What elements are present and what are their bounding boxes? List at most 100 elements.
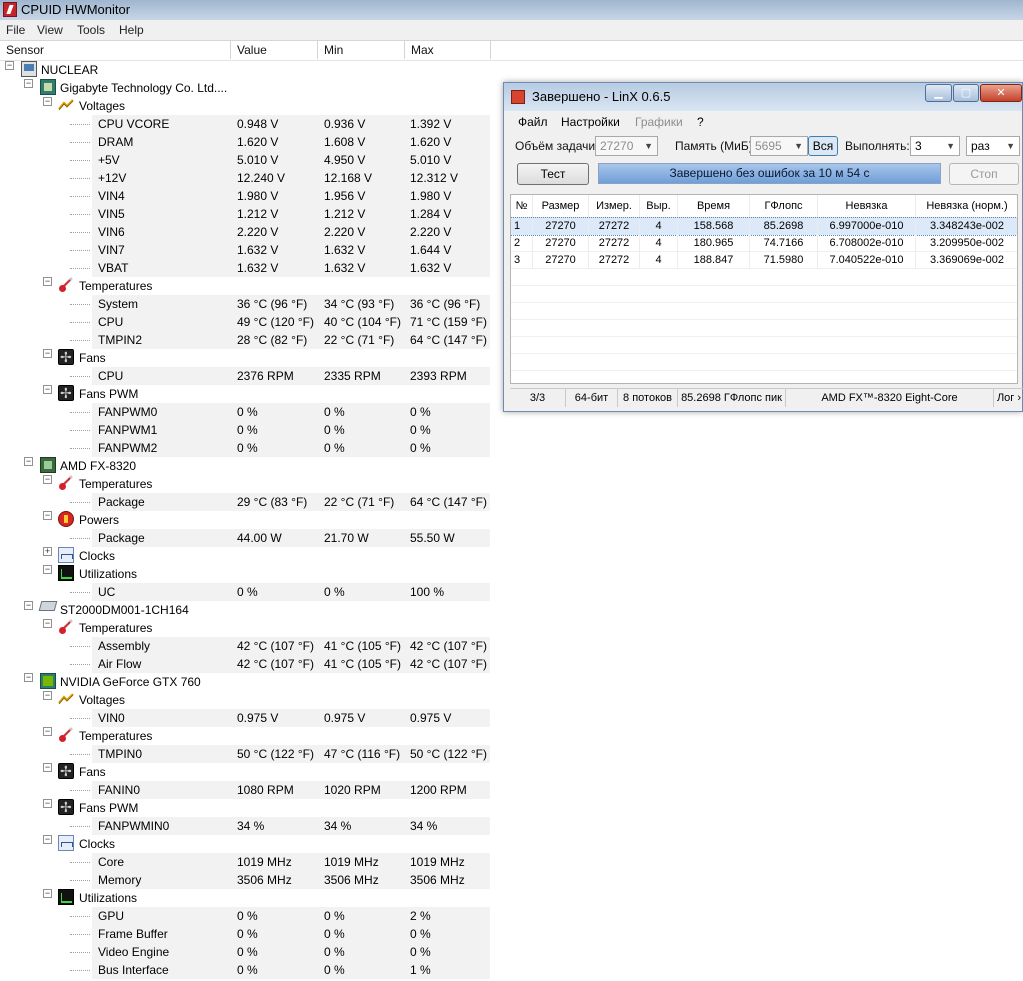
results-column-header[interactable]: Время	[678, 195, 750, 217]
collapse-icon[interactable]: −	[43, 691, 52, 700]
collapse-icon[interactable]: −	[24, 673, 33, 682]
column-sensor[interactable]: Sensor	[0, 41, 231, 59]
linx-menu-graphs[interactable]: Графики	[635, 115, 683, 129]
sensor-row[interactable]: VBAT 1.632 V 1.632 V 1.632 V	[0, 259, 490, 277]
memory-combo[interactable]: 5695 ▼	[750, 136, 808, 156]
sensor-row[interactable]: FANPWM2 0 % 0 % 0 %	[0, 439, 490, 457]
sensor-row[interactable]: DRAM 1.620 V 1.608 V 1.620 V	[0, 133, 490, 151]
results-grid[interactable]: № Размер Измер. Выр. Время ГФлопс Невязка Невяз…	[510, 194, 1018, 384]
collapse-icon[interactable]: −	[24, 601, 33, 610]
tree-node[interactable]: − Fans PWM	[0, 384, 490, 403]
menu-help[interactable]: Help	[119, 23, 144, 37]
sensor-row[interactable]: Memory 3506 MHz 3506 MHz 3506 MHz	[0, 871, 490, 889]
sensor-row[interactable]: VIN0 0.975 V 0.975 V 0.975 V	[0, 709, 490, 727]
sensor-row[interactable]: UC 0 % 0 % 100 %	[0, 583, 490, 601]
results-column-header[interactable]: Измер.	[589, 195, 640, 217]
tree-node[interactable]: − AMD FX-8320	[0, 457, 490, 475]
expand-icon[interactable]: +	[43, 547, 52, 556]
collapse-icon[interactable]: −	[43, 619, 52, 628]
collapse-icon[interactable]: −	[5, 61, 14, 70]
tree-node[interactable]: − Temperatures	[0, 727, 490, 745]
results-column-header[interactable]: Невязка (норм.)	[916, 195, 1017, 217]
linx-title-bar[interactable]: Завершено - LinX 0.6.5 ▁ ▢ ✕	[504, 83, 1022, 111]
tree-node[interactable]: − Utilizations	[0, 889, 490, 907]
collapse-icon[interactable]: −	[43, 511, 52, 520]
sensor-row[interactable]: Package 29 °C (83 °F) 22 °C (71 °F) 64 °C (…	[0, 493, 490, 511]
collapse-icon[interactable]: −	[43, 475, 52, 484]
collapse-icon[interactable]: −	[43, 727, 52, 736]
tree-node[interactable]: − Fans	[0, 348, 490, 367]
test-button[interactable]: Тест	[517, 163, 589, 185]
linx-menu-settings[interactable]: Настройки	[561, 115, 620, 129]
tree-node[interactable]: − Fans PWM	[0, 798, 490, 817]
sensor-row[interactable]: TMPIN2 28 °C (82 °F) 22 °C (71 °F) 64 °C (1…	[0, 331, 490, 349]
sensor-row[interactable]: TMPIN0 50 °C (122 °F) 47 °C (116 °F) 50 °C …	[0, 745, 490, 763]
collapse-icon[interactable]: −	[43, 835, 52, 844]
sensor-row[interactable]: FANPWMIN0 34 % 34 % 34 %	[0, 817, 490, 835]
sensor-row[interactable]: GPU 0 % 0 % 2 %	[0, 907, 490, 925]
results-row[interactable]: 3 27270 27272 4 188.847 71.5980 7.040522e-010 3…	[511, 252, 1017, 269]
column-value[interactable]: Value	[231, 41, 318, 59]
sensor-row[interactable]: VIN6 2.220 V 2.220 V 2.220 V	[0, 223, 490, 241]
results-row[interactable]: 2 27270 27272 4 180.965 74.7166 6.708002e-010 3…	[511, 235, 1017, 252]
linx-window[interactable]: Завершено - LinX 0.6.5 ▁ ▢ ✕ Файл Настро…	[503, 82, 1023, 412]
linx-menu-help[interactable]: ?	[697, 115, 704, 129]
tree-node[interactable]: − Clocks	[0, 835, 490, 853]
column-max[interactable]: Max	[405, 41, 491, 59]
tree-node[interactable]: − Fans	[0, 762, 490, 781]
maximize-button[interactable]: ▢	[953, 84, 979, 102]
collapse-icon[interactable]: −	[43, 385, 52, 394]
results-column-header[interactable]: Невязка	[818, 195, 916, 217]
sensor-row[interactable]: CPU 2376 RPM 2335 RPM 2393 RPM	[0, 367, 490, 385]
run-unit-combo[interactable]: раз ▼	[966, 136, 1020, 156]
tree-node[interactable]: − Gigabyte Technology Co. Ltd....	[0, 79, 490, 97]
tree-node[interactable]: − ST2000DM001-1CH164	[0, 601, 490, 619]
close-button[interactable]: ✕	[980, 84, 1022, 102]
sensor-row[interactable]: FANPWM0 0 % 0 % 0 %	[0, 403, 490, 421]
collapse-icon[interactable]: −	[43, 349, 52, 358]
sensor-row[interactable]: +12V 12.240 V 12.168 V 12.312 V	[0, 169, 490, 187]
menu-file[interactable]: File	[6, 23, 25, 37]
tree-node[interactable]: − Temperatures	[0, 277, 490, 295]
sensor-row[interactable]: Frame Buffer 0 % 0 % 0 %	[0, 925, 490, 943]
tree-node[interactable]: − Powers	[0, 511, 490, 529]
linx-menu-file[interactable]: Файл	[518, 115, 548, 129]
collapse-icon[interactable]: −	[43, 277, 52, 286]
sensor-row[interactable]: CPU VCORE 0.948 V 0.936 V 1.392 V	[0, 115, 490, 133]
sensor-row[interactable]: Assembly 42 °C (107 °F) 41 °C (105 °F) 42 °…	[0, 637, 490, 655]
sensor-row[interactable]: FANPWM1 0 % 0 % 0 %	[0, 421, 490, 439]
collapse-icon[interactable]: −	[43, 799, 52, 808]
collapse-icon[interactable]: −	[24, 79, 33, 88]
results-column-header[interactable]: Размер	[533, 195, 589, 217]
results-column-header[interactable]: №	[511, 195, 533, 217]
log-button[interactable]: Лог ›	[994, 389, 1023, 407]
column-min[interactable]: Min	[318, 41, 405, 59]
hwmonitor-title-bar[interactable]: CPUID HWMonitor	[0, 0, 1023, 21]
collapse-icon[interactable]: −	[43, 889, 52, 898]
results-column-header[interactable]: Выр.	[640, 195, 678, 217]
sensor-row[interactable]: CPU 49 °C (120 °F) 40 °C (104 °F) 71 °C (15…	[0, 313, 490, 331]
tree-node[interactable]: − Temperatures	[0, 619, 490, 637]
menu-tools[interactable]: Tools	[77, 23, 105, 37]
sensor-row[interactable]: VIN5 1.212 V 1.212 V 1.284 V	[0, 205, 490, 223]
task-size-combo[interactable]: 27270 ▼	[595, 136, 658, 156]
sensor-row[interactable]: Video Engine 0 % 0 % 0 %	[0, 943, 490, 961]
collapse-icon[interactable]: −	[43, 565, 52, 574]
sensor-row[interactable]: Package 44.00 W 21.70 W 55.50 W	[0, 529, 490, 547]
results-row[interactable]: 1 27270 27272 4 158.568 85.2698 6.997000e-010 3…	[511, 217, 1017, 236]
collapse-icon[interactable]: −	[43, 97, 52, 106]
sensor-row[interactable]: Air Flow 42 °C (107 °F) 41 °C (105 °F) 42 °…	[0, 655, 490, 673]
sensor-row[interactable]: +5V 5.010 V 4.950 V 5.010 V	[0, 151, 490, 169]
sensor-row[interactable]: FANIN0 1080 RPM 1020 RPM 1200 RPM	[0, 781, 490, 799]
collapse-icon[interactable]: −	[43, 763, 52, 772]
tree-node[interactable]: − Voltages	[0, 691, 490, 709]
results-column-header[interactable]: ГФлопс	[750, 195, 818, 217]
sensor-row[interactable]: Core 1019 MHz 1019 MHz 1019 MHz	[0, 853, 490, 871]
menu-view[interactable]: View	[37, 23, 63, 37]
sensor-row[interactable]: VIN7 1.632 V 1.632 V 1.644 V	[0, 241, 490, 259]
tree-node[interactable]: − NVIDIA GeForce GTX 760	[0, 673, 490, 691]
tree-node[interactable]: + Clocks	[0, 547, 490, 565]
collapse-icon[interactable]: −	[24, 457, 33, 466]
stop-button[interactable]: Стоп	[949, 163, 1019, 185]
minimize-button[interactable]: ▁	[925, 84, 952, 102]
